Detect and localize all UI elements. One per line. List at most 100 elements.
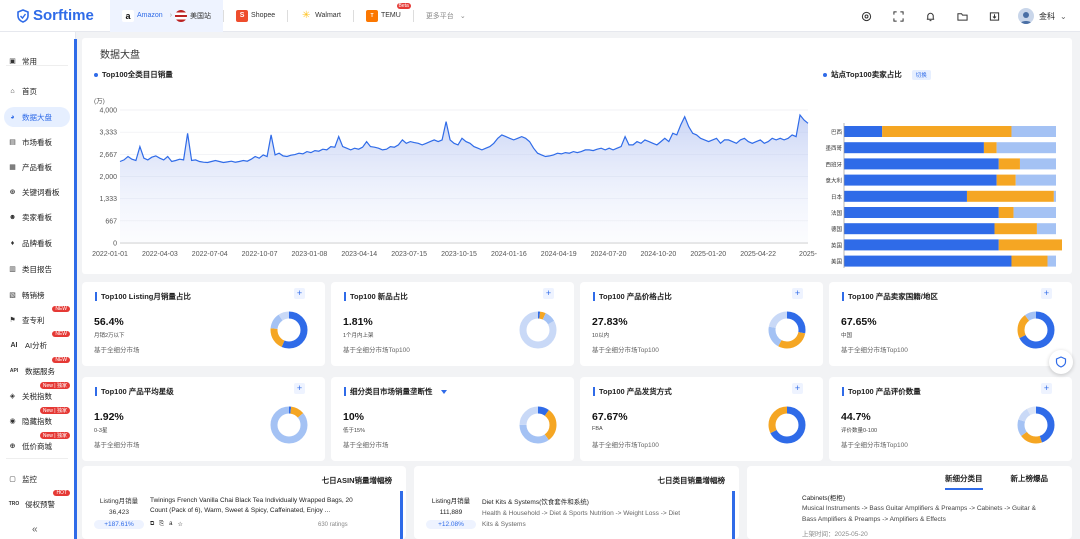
title-accent (842, 292, 844, 301)
sidebar-item-9[interactable]: ▧ 畅销榜 (4, 285, 70, 305)
avatar (1018, 8, 1034, 24)
platform-walmart[interactable]: ✳ Walmart (288, 0, 353, 32)
sidebar-item-16[interactable]: ▢ 监控 (4, 469, 70, 489)
line-chart-title-text: Top100全类目日销量 (102, 70, 173, 79)
add-icon[interactable]: + (1041, 288, 1052, 299)
sidebar-item-14[interactable]: ◉ 隐藏指数 New | 独家 (4, 407, 70, 431)
beta-badge: Beta (396, 2, 411, 9)
patent-icon: ⚑ (9, 317, 16, 324)
card-basis: 基于全细分市场 (343, 442, 389, 449)
platform-temu[interactable]: T TEMU Beta (354, 0, 413, 32)
scrollbar[interactable] (400, 491, 403, 539)
sidebar-item-5[interactable]: ⊛ 关键词看板 (4, 182, 70, 202)
card-basis: 基于全细分市场 (94, 347, 140, 354)
card-title: Top100 产品平均星级 (95, 386, 174, 397)
pie-icon: ◕ (10, 113, 15, 121)
title-accent (95, 387, 97, 396)
chevron-right-icon: › (169, 12, 173, 19)
platform-label: 更多平台 (425, 12, 454, 20)
title-accent (593, 387, 595, 396)
link-icon[interactable]: ⎘ (159, 521, 164, 528)
sorftime-logo[interactable]: Sorftime (0, 7, 106, 24)
add-icon[interactable]: + (792, 288, 803, 299)
category-path: Health & Household -> Diet & Sports Nutr… (482, 510, 681, 528)
sidebar-item-7[interactable]: ♦ 品牌看板 (4, 233, 70, 253)
y-tick-label: 4,000 (99, 108, 117, 115)
sidebar-item-label: 畅销榜 (22, 290, 45, 300)
more-platforms[interactable]: 更多平台 ⌄ (414, 0, 478, 32)
page-title: 数据大盘 (100, 50, 140, 61)
scrollbar[interactable] (732, 491, 735, 539)
category-name[interactable]: Cabinets(柜柜) (802, 492, 845, 502)
category-label: 巴西 (831, 129, 843, 136)
category-label: 德国 (831, 225, 843, 233)
bar-segment (844, 255, 1012, 267)
collapse-icon[interactable]: « (32, 524, 38, 535)
card-basis: 基于全细分市场Top100 (841, 347, 908, 354)
sidebar-item-15[interactable]: ⊕ 低价商城 New | 独家 (4, 432, 70, 456)
tab-new-hot-products[interactable]: 新上榜爆品 (1011, 473, 1049, 490)
sidebar-item-4[interactable]: ▦ 产品看板 (4, 157, 70, 177)
sidebar: ▣ 常用 ⌂ 首页 ◕ 数据大盘 ▤ 市场看板 ▦ 产品看板 ⊛ 关键词看板 ☻ 卖家看板 ♦ 品牌看板 ▥ 类目… (0, 32, 76, 539)
add-icon[interactable]: + (294, 288, 305, 299)
bar-segment (998, 239, 1062, 251)
card-title-text: Top100 产品发货方式 (599, 387, 672, 396)
sidebar-item-12[interactable]: API 数据服务 NEW (4, 357, 70, 381)
add-icon[interactable]: + (543, 288, 554, 299)
panel-title: 七日类目销量增幅榜 (657, 476, 726, 485)
seller-icon: ☻ (8, 213, 17, 221)
shopee-icon: S (236, 9, 249, 22)
sidebar-item-1[interactable]: ⌂ 首页 (4, 81, 70, 101)
fullscreen-icon[interactable] (882, 0, 914, 32)
sales-value: 36,423 (109, 509, 129, 516)
card-value: 1.92% (94, 411, 124, 423)
platform-shopee[interactable]: S Shopee (224, 0, 287, 32)
tab-new-category[interactable]: 新细分类目 (945, 473, 983, 490)
sidebar-item-13[interactable]: ◈ 关税指数 New | 独家 (4, 382, 70, 406)
copy-icon[interactable]: ⧉ (150, 521, 154, 528)
bar-segment (844, 223, 995, 235)
sidebar-item-8[interactable]: ▥ 类目报告 (4, 259, 70, 279)
product-title[interactable]: Twinings French Vanilla Chai Black Tea I… (150, 496, 358, 516)
amazon-link-icon[interactable]: a (169, 521, 172, 528)
help-float-button[interactable] (1049, 350, 1073, 374)
platform-amazon[interactable]: a Amazon › 美国站 (110, 0, 224, 32)
sidebar-item-label: 隐藏指数 (22, 416, 52, 426)
sidebar-item-2[interactable]: ◕ 数据大盘 (4, 107, 70, 127)
line-chart-title: Top100全类目日销量 (94, 69, 173, 80)
category-label: 墨西哥 (825, 145, 842, 152)
dropdown-caret-icon[interactable] (440, 389, 447, 394)
user-menu[interactable]: 金科 ⌄ (1018, 8, 1080, 24)
x-tick-label: 2022-01-01 (92, 251, 128, 258)
bar-segment (998, 158, 1020, 170)
sidebar-item-3[interactable]: ▤ 市场看板 (4, 132, 70, 152)
sidebar-item-label: 关税指数 (22, 391, 52, 401)
sidebar-item-label: 关键词看板 (22, 187, 60, 197)
top-actions: 金科 ⌄ (850, 0, 1080, 32)
star-icon[interactable]: ☆ (177, 521, 182, 528)
bar-segment (844, 126, 883, 137)
download-icon[interactable] (978, 0, 1010, 32)
sidebar-item-6[interactable]: ☻ 卖家看板 (4, 207, 70, 227)
bar-segment (844, 190, 967, 202)
y-tick-label: 2,000 (99, 174, 117, 181)
bell-icon[interactable] (914, 0, 946, 32)
sidebar-item-0[interactable]: ▣ 常用 (4, 51, 70, 71)
new-badge: HOT (53, 490, 70, 496)
x-tick-label: 2023-01-08 (292, 251, 328, 258)
bar-segment (983, 142, 997, 154)
add-icon[interactable]: + (792, 383, 803, 394)
card-value: 56.4% (94, 316, 124, 328)
add-icon[interactable]: + (1041, 383, 1052, 394)
sidebar-item-11[interactable]: AI AI分析 NEW (4, 331, 70, 355)
x-tick-label: 2023-04-14 (341, 251, 377, 258)
category-growth-panel: 七日类目销量增幅榜 Listing月销量 111,889 +12.08% Die… (414, 466, 739, 539)
sidebar-item-10[interactable]: ⚑ 查专利 NEW (4, 306, 70, 330)
category-name[interactable]: Diet Kits & Systems(饮食套件和系统) (482, 496, 702, 506)
settings-icon[interactable] (850, 0, 882, 32)
add-icon[interactable]: + (294, 383, 305, 394)
sidebar-item-17[interactable]: TRO 侵权预警 HOT (4, 490, 70, 514)
folder-icon[interactable] (946, 0, 978, 32)
switch-button[interactable]: 切换 (911, 69, 931, 80)
rank-icon: ▧ (9, 292, 16, 299)
